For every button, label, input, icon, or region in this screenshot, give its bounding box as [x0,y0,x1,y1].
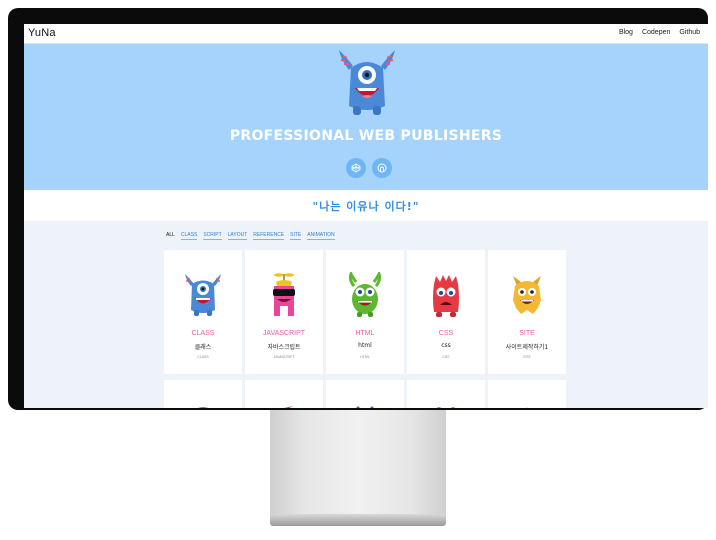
blue-monster-icon [185,274,221,316]
filter-site[interactable]: SITE [290,232,302,240]
quote-bar: "나는 이유나 이다!" [24,190,708,221]
quote-text: "나는 이유나 이다!" [312,200,420,213]
card-partial[interactable] [245,380,323,408]
screen: YuNa Blog Codepen Github PROFESSIONAL WE… [24,24,708,408]
card-title: 자바스크립트 [267,344,301,351]
card-title: 사이트제작하기1 [505,344,549,351]
hero-monster-illustration [339,50,395,115]
hero-social-icons [346,158,392,178]
filter-animation[interactable]: ANIMATION [307,232,335,240]
filter-class[interactable]: CLASS [180,232,198,240]
site-logo[interactable]: YuNa [28,27,56,39]
card-category: CLASS [191,330,215,337]
filter-all[interactable]: ALL [166,232,175,240]
nav-link-blog[interactable]: Blog [619,29,633,36]
nav-link-codepen[interactable]: Codepen [642,29,670,36]
partial-monster-icon [197,407,209,408]
green-monster-icon [348,272,382,317]
partial-monster-icon [284,406,293,408]
partial-monster-icon [526,407,528,408]
card-subtitle: CSS [442,355,450,359]
filter-reference[interactable]: REFERENCE [253,232,285,240]
hero-title: PROFESSIONAL WEB PUBLISHERS [229,128,503,144]
filter-script[interactable]: SCRIPT [203,232,222,240]
hero-banner: PROFESSIONAL WEB PUBLISHERS [24,44,708,190]
card-partial[interactable] [488,380,566,408]
card-html[interactable]: HTML html HTML [326,250,404,374]
card-category: JAVASCRIPT [262,330,306,337]
partial-monster-icon [436,407,456,408]
card-partial[interactable] [326,380,404,408]
monitor-stand [270,410,446,516]
codepen-icon[interactable] [346,158,366,178]
nav-links: Blog Codepen Github [619,29,700,36]
card-subtitle: SITE [523,355,531,359]
card-css[interactable]: CSS css CSS [407,250,485,374]
card-category: HTML [355,330,375,337]
filter-tabs: ALL CLASS SCRIPT LAYOUT REFERENCE SITE A… [166,232,335,240]
card-subtitle: CLASS [197,355,209,359]
card-class[interactable]: CLASS 클래스 CLASS [164,250,242,374]
github-icon[interactable] [372,158,392,178]
card-category: SITE [519,330,535,337]
card-partial[interactable] [407,380,485,408]
pink-monster-icon [273,273,295,316]
monitor-stand-foot [270,514,446,526]
card-title: html [358,342,372,349]
card-title: css [441,342,451,349]
top-nav: YuNa Blog Codepen Github [24,24,708,44]
card-partial[interactable] [164,380,242,408]
card-javascript[interactable]: JAVASCRIPT 자바스크립트 JAVASCRIPT [245,250,323,374]
filter-layout[interactable]: LAYOUT [227,232,248,240]
card-category: CSS [438,330,454,337]
nav-link-github[interactable]: Github [679,29,700,36]
red-monster-icon [433,275,459,317]
card-subtitle: JAVASCRIPT [273,355,295,359]
card-subtitle: HTML [360,355,370,359]
card-title: 클래스 [194,344,212,351]
card-site[interactable]: SITE 사이트제작하기1 SITE [488,250,566,374]
partial-monster-icon [356,406,374,408]
monitor-frame: YuNa Blog Codepen Github PROFESSIONAL WE… [8,8,708,410]
yellow-monster-icon [513,276,541,314]
